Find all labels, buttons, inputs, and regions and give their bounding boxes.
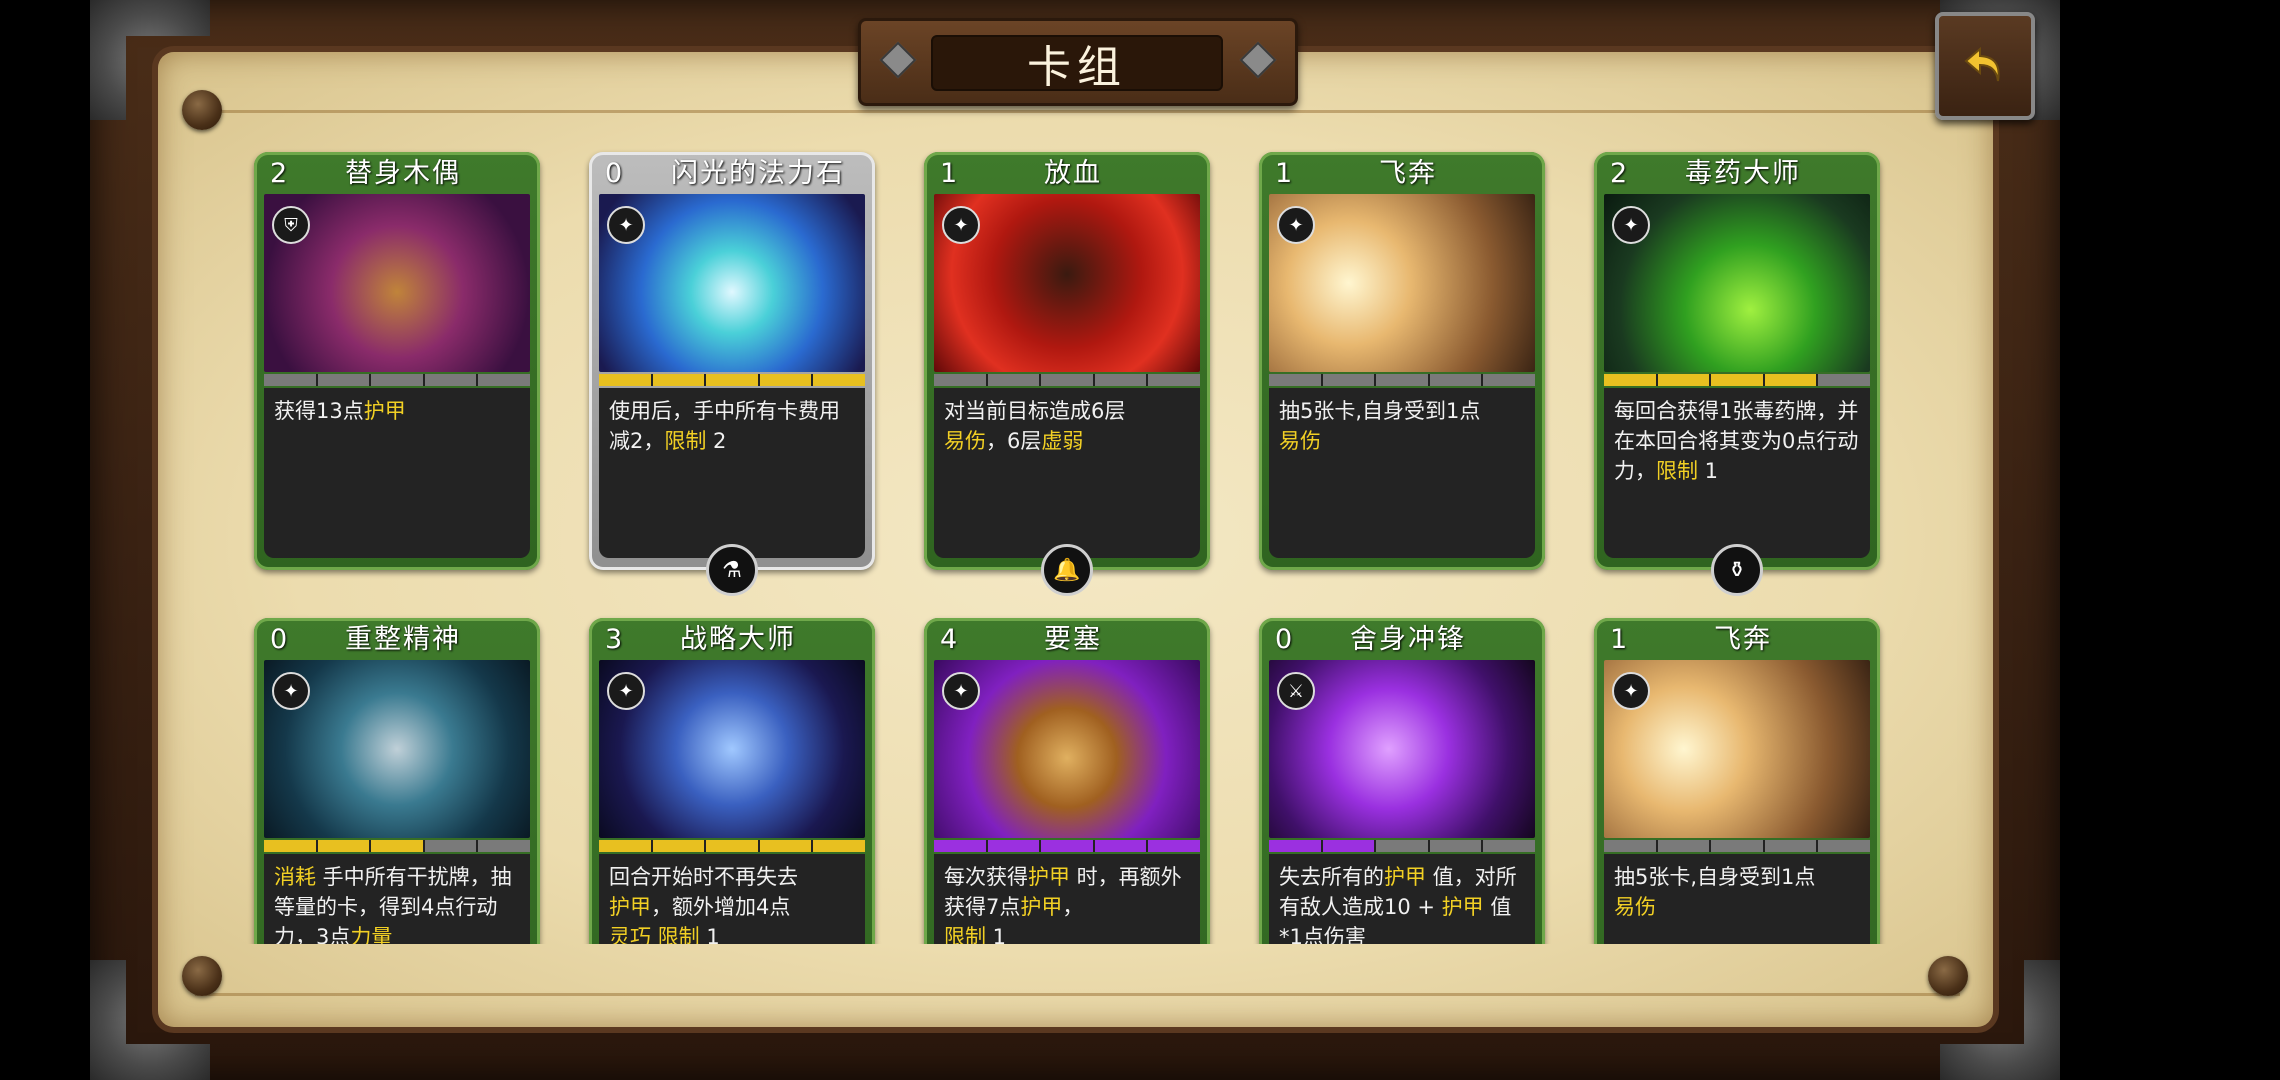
plaque-gem-icon bbox=[879, 41, 917, 79]
card-description: 回合开始时不再失去 护甲，额外增加4点 灵巧 限制 1 bbox=[599, 854, 865, 944]
sparkle-icon: ✦ bbox=[607, 206, 645, 244]
card-level-bar bbox=[1269, 840, 1535, 852]
card-name: 飞奔 bbox=[1379, 158, 1437, 189]
card-level-bar bbox=[1604, 840, 1870, 852]
shield-icon: ⛨ bbox=[272, 206, 310, 244]
card-grid-row-2: 0 重整精神 ✦ 消耗 手中所有干扰牌，抽等量的卡，得到4点行动力，3点力量 3 战… bbox=[230, 600, 1920, 944]
card-name: 重整精神 bbox=[345, 624, 461, 655]
card-name: 战略大师 bbox=[680, 624, 796, 655]
card-level-bar bbox=[599, 840, 865, 852]
frame-stud bbox=[182, 956, 222, 996]
card-name: 舍身冲锋 bbox=[1350, 624, 1466, 655]
deck-card[interactable]: 4 要塞 ✦ 每次获得护甲 时，再额外获得7点护甲， 限制 1 bbox=[924, 618, 1210, 944]
card-cost: 1 bbox=[1275, 158, 1293, 189]
deck-card[interactable]: 2 毒药大师 ✦ 每回合获得1张毒药牌，并在本回合将其变为0点行动力，限制 1 ⚱ bbox=[1594, 152, 1880, 596]
card-art: ✦ bbox=[934, 660, 1200, 838]
plaque-gem-icon bbox=[1239, 41, 1277, 79]
title-plaque: 卡组 bbox=[858, 18, 1298, 106]
card-cost: 0 bbox=[1275, 624, 1293, 655]
card-description: 失去所有的护甲 值，对所有敌人造成10 + 护甲 值*1点伤害 bbox=[1269, 854, 1535, 944]
deck-card[interactable]: 2 替身木偶 ⛨ 获得13点护甲 bbox=[254, 152, 540, 570]
card-art: ✦ bbox=[264, 660, 530, 838]
card-level-bar bbox=[934, 840, 1200, 852]
deck-card[interactable]: 3 战略大师 ✦ 回合开始时不再失去 护甲，额外增加4点 灵巧 限制 1 bbox=[589, 618, 875, 944]
card-art: ✦ bbox=[599, 194, 865, 372]
card-cost: 2 bbox=[1610, 158, 1628, 189]
card-level-bar bbox=[1269, 374, 1535, 386]
frame-stud bbox=[182, 90, 222, 130]
back-arrow-icon bbox=[1964, 46, 2000, 82]
deck-card[interactable]: 1 飞奔 ✦ 抽5张卡,自身受到1点 易伤 bbox=[1259, 152, 1545, 570]
card-description: 抽5张卡,自身受到1点 易伤 bbox=[1269, 388, 1535, 558]
card-description: 消耗 手中所有干扰牌，抽等量的卡，得到4点行动力，3点力量 bbox=[264, 854, 530, 944]
card-art: ✦ bbox=[599, 660, 865, 838]
card-cost: 2 bbox=[270, 158, 288, 189]
card-description: 每次获得护甲 时，再额外获得7点护甲， 限制 1 bbox=[934, 854, 1200, 944]
frame-stud bbox=[1928, 956, 1968, 996]
bell-icon: 🔔 bbox=[1041, 544, 1093, 596]
card-cost: 0 bbox=[605, 158, 623, 189]
card-cost: 0 bbox=[270, 624, 288, 655]
card-description: 对当前目标造成6层 易伤，6层虚弱 bbox=[934, 388, 1200, 558]
sparkle-icon: ✦ bbox=[272, 672, 310, 710]
card-level-bar bbox=[599, 374, 865, 386]
deck-card[interactable]: 0 舍身冲锋 ⚔ 失去所有的护甲 值，对所有敌人造成10 + 护甲 值*1点伤害 bbox=[1259, 618, 1545, 944]
card-cost: 3 bbox=[605, 624, 623, 655]
sparkle-icon: ✦ bbox=[942, 672, 980, 710]
card-level-bar bbox=[264, 374, 530, 386]
card-name: 放血 bbox=[1044, 158, 1102, 189]
card-description: 获得13点护甲 bbox=[264, 388, 530, 558]
card-name: 要塞 bbox=[1044, 624, 1102, 655]
card-name: 闪光的法力石 bbox=[671, 158, 845, 189]
card-description: 每回合获得1张毒药牌，并在本回合将其变为0点行动力，限制 1 bbox=[1604, 388, 1870, 558]
card-art: ✦ bbox=[1604, 660, 1870, 838]
sparkle-icon: ✦ bbox=[1612, 672, 1650, 710]
card-level-bar bbox=[934, 374, 1200, 386]
deck-card[interactable]: 0 重整精神 ✦ 消耗 手中所有干扰牌，抽等量的卡，得到4点行动力，3点力量 bbox=[254, 618, 540, 944]
potion-icon: ⚗ bbox=[706, 544, 758, 596]
card-art: ✦ bbox=[1604, 194, 1870, 372]
page-title: 卡组 bbox=[931, 35, 1223, 93]
card-art: ⛨ bbox=[264, 194, 530, 372]
card-cost: 1 bbox=[940, 158, 958, 189]
card-description: 抽5张卡,自身受到1点 易伤 bbox=[1604, 854, 1870, 944]
back-button[interactable] bbox=[1935, 12, 2035, 120]
card-cost: 4 bbox=[940, 624, 958, 655]
card-level-bar bbox=[264, 840, 530, 852]
flask-icon: ⚱ bbox=[1711, 544, 1763, 596]
deck-card[interactable]: 0 闪光的法力石 ✦ 使用后，手中所有卡费用减2，限制 2 ⚗ bbox=[589, 152, 875, 596]
card-level-bar bbox=[1604, 374, 1870, 386]
deck-card[interactable]: 1 放血 ✦ 对当前目标造成6层 易伤，6层虚弱 🔔 bbox=[924, 152, 1210, 596]
card-name: 替身木偶 bbox=[345, 158, 461, 189]
card-name: 毒药大师 bbox=[1685, 158, 1801, 189]
sparkle-icon: ✦ bbox=[1612, 206, 1650, 244]
card-cost: 1 bbox=[1610, 624, 1628, 655]
card-name: 飞奔 bbox=[1714, 624, 1772, 655]
card-description: 使用后，手中所有卡费用减2，限制 2 bbox=[599, 388, 865, 558]
sparkle-icon: ✦ bbox=[942, 206, 980, 244]
card-art: ✦ bbox=[1269, 194, 1535, 372]
sword-icon: ⚔ bbox=[1277, 672, 1315, 710]
card-art: ✦ bbox=[934, 194, 1200, 372]
deck-card[interactable]: 1 飞奔 ✦ 抽5张卡,自身受到1点 易伤 bbox=[1594, 618, 1880, 944]
sparkle-icon: ✦ bbox=[1277, 206, 1315, 244]
sparkle-icon: ✦ bbox=[607, 672, 645, 710]
card-art: ⚔ bbox=[1269, 660, 1535, 838]
